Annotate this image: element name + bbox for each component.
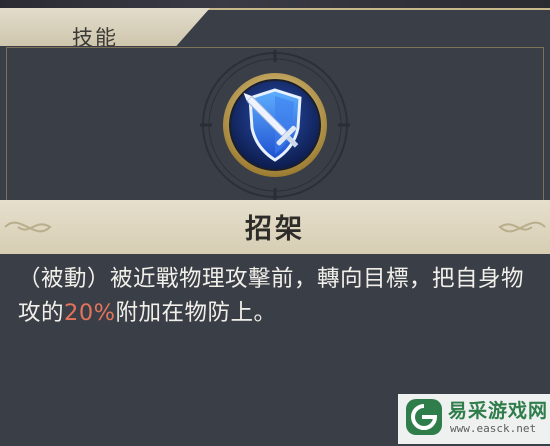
watermark-title: 易采游戏网 — [448, 400, 549, 422]
skill-name: 招架 — [245, 214, 305, 245]
easck-logo — [406, 399, 442, 435]
watermark: 易采游戏网 www.easck.net — [398, 394, 550, 444]
tab-skills[interactable]: 技能 — [0, 8, 210, 46]
shield-sword-icon — [200, 50, 350, 200]
skill-icon — [200, 50, 350, 200]
description-text-end: 附加在物防上。 — [115, 300, 277, 326]
watermark-url: www.easck.net — [450, 422, 537, 435]
description-value: 20% — [64, 300, 116, 326]
skill-description: （被動）被近戰物理攻擊前，轉向目標，把自身物攻的20%附加在物防上。 — [18, 262, 538, 330]
